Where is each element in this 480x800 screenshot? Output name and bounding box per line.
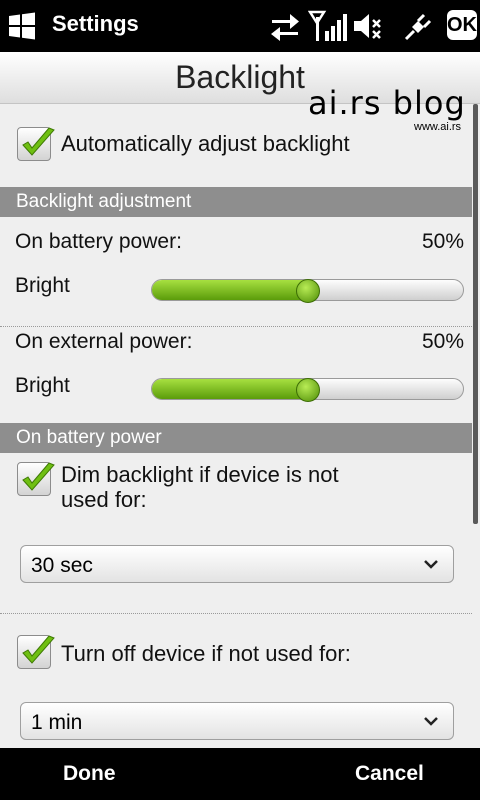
slider-fill — [152, 280, 308, 300]
sync-arrows-icon[interactable] — [268, 9, 302, 43]
signal-icon[interactable] — [308, 9, 348, 43]
external-power-percent: 50% — [421, 330, 464, 353]
external-brightness-slider[interactable] — [151, 378, 464, 402]
checkmark-icon — [22, 635, 55, 664]
cancel-button[interactable]: Cancel — [355, 762, 424, 786]
chevron-down-icon — [424, 560, 438, 569]
app-title: Settings — [52, 11, 139, 36]
done-button[interactable]: Done — [63, 762, 116, 786]
auto-adjust-checkbox[interactable] — [17, 127, 55, 161]
dim-backlight-label-line2: used for: — [61, 487, 147, 512]
chevron-down-icon — [424, 717, 438, 726]
watermark-text: ai.rs blog — [308, 84, 466, 122]
softkey-bar: Done Cancel — [0, 748, 480, 800]
divider — [0, 326, 472, 327]
dim-timeout-dropdown[interactable]: 30 sec — [20, 545, 454, 583]
battery-brightness-slider[interactable] — [151, 279, 464, 303]
windows-start-icon[interactable] — [6, 10, 38, 42]
slider-thumb[interactable] — [295, 279, 320, 303]
turn-off-checkbox[interactable] — [17, 635, 55, 669]
ok-button[interactable]: OK — [447, 10, 477, 40]
slider-thumb[interactable] — [295, 378, 320, 402]
dim-backlight-label-line1: Dim backlight if device is not — [61, 462, 339, 487]
external-bright-label: Bright — [15, 374, 70, 397]
turn-off-label: Turn off device if not used for: — [61, 641, 351, 666]
speaker-muted-icon[interactable] — [352, 9, 382, 43]
turn-off-timeout-value: 1 min — [31, 711, 83, 734]
watermark-url: www.ai.rs — [414, 121, 462, 133]
battery-bright-label: Bright — [15, 274, 70, 297]
section-header-adjustment: Backlight adjustment — [0, 187, 472, 217]
battery-power-percent: 50% — [421, 230, 464, 253]
checkmark-icon — [22, 127, 55, 156]
divider — [0, 613, 472, 614]
scrollbar[interactable] — [473, 104, 478, 524]
battery-power-label: On battery power: — [15, 230, 182, 253]
checkmark-icon — [22, 462, 55, 491]
dim-timeout-value: 30 sec — [31, 554, 93, 577]
turn-off-timeout-dropdown[interactable]: 1 min — [20, 702, 454, 740]
slider-fill — [152, 379, 308, 399]
status-bar: Settings OK — [0, 0, 480, 52]
auto-adjust-label: Automatically adjust backlight — [61, 131, 350, 156]
external-power-label: On external power: — [15, 330, 193, 353]
dim-backlight-checkbox[interactable] — [17, 462, 55, 496]
section-header-battery: On battery power — [0, 423, 472, 453]
usb-plug-icon[interactable] — [402, 9, 436, 43]
